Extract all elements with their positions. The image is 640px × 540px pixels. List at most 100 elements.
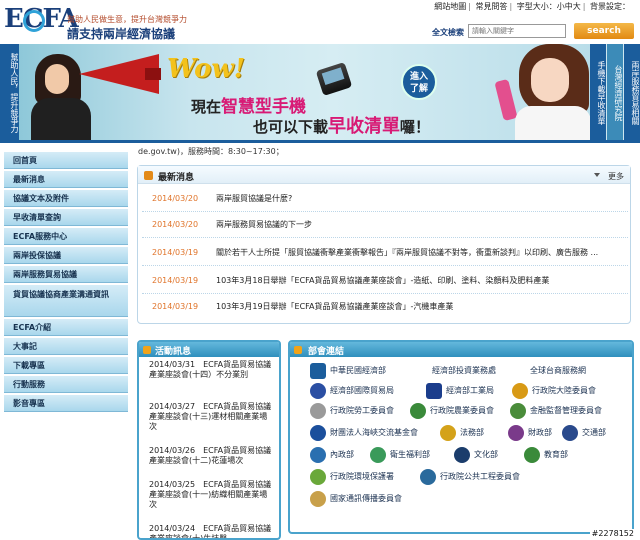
news-date: 2014/03/19 xyxy=(152,248,199,257)
news-headline[interactable]: 關於若干人士所提「服貿協議衝擊產業衝擊報告」『兩岸服貿協議不對等，衝重新談判』以… xyxy=(216,240,626,265)
links-icon xyxy=(294,346,302,354)
pcc-logo-icon xyxy=(420,469,436,485)
enter-label-2: 了解 xyxy=(409,84,428,94)
news-date: 2014/03/19 xyxy=(152,302,199,311)
activity-item[interactable]: 2014/03/26 ECFA貨品貿易協議產業座談會(十二)花蓮場次 xyxy=(149,446,275,466)
investment-dept-logo-icon xyxy=(412,363,428,379)
sidebar-item-investment[interactable]: 兩岸投保協議 xyxy=(4,247,128,264)
activities-header: 活動訊息 xyxy=(139,342,279,357)
moea-logo-icon xyxy=(310,363,326,379)
sidebar-item-chronicle[interactable]: 大事記 xyxy=(4,338,128,355)
epa-logo-icon xyxy=(310,469,326,485)
banner-line1-prefix: 現在 xyxy=(191,98,222,116)
sidebar-item-ecfa-intro[interactable]: ECFA介紹 xyxy=(4,319,128,336)
banner-line2-prefix: 也可以下載 xyxy=(253,118,329,136)
news-headline[interactable]: 兩岸服貿協議是什麼? xyxy=(216,186,626,211)
chevron-down-icon xyxy=(594,173,600,177)
activity-item[interactable]: 2014/03/24 ECFA貨品貿易協議產業座談會(十)生技醫 xyxy=(149,524,275,538)
boft-logo-icon xyxy=(310,383,326,399)
motc-logo-icon xyxy=(562,425,578,441)
marquee-ticker: de.gov.tw)，服務時間：8:30~17:30； xyxy=(138,147,284,156)
agency-links-panel: 部會連結 中華民國經濟部 經濟部投資業務處 全球台商服務網 經濟部國際貿易局 經… xyxy=(288,340,634,534)
news-row[interactable]: 2014/03/20 兩岸服務貿易協議的下一步 xyxy=(142,212,628,238)
activity-item[interactable]: 2014/03/31 ECFA貨品貿易協議產業座談會(十四）不分業別 xyxy=(149,360,275,380)
search-button[interactable]: search xyxy=(574,23,634,39)
news-headline[interactable]: 兩岸服務貿易協議的下一步 xyxy=(216,212,626,237)
sidebar-item-service-trade[interactable]: 兩岸服務貿易協議 xyxy=(4,266,128,283)
sidebar-item-agreement-text[interactable]: 協議文本及附件 xyxy=(4,190,128,207)
smartphone-icon xyxy=(315,62,353,96)
news-date: 2014/03/20 xyxy=(152,194,199,203)
top-links: 網站地圖 | 常見問答 | 字型大小：小中大 | 背景設定： xyxy=(434,2,630,11)
promo-banner: 幫助人民，提升競爭力 Wow! 進入 了解 現在智慧型手機 也可以下載早收清單囉… xyxy=(0,44,640,140)
news-headline[interactable]: 103年3月19日舉辦「ECFA貨品貿易協議產業座談會」-汽機車產業 xyxy=(216,294,626,320)
banner-wow: Wow! xyxy=(167,54,246,84)
mac-logo-icon xyxy=(512,383,528,399)
mof-logo-icon xyxy=(508,425,524,441)
divider xyxy=(0,140,640,143)
sidebar-nav: 回首頁 最新消息 協議文本及附件 早收清單查詢 ECFA服務中心 兩岸投保協議 … xyxy=(4,152,128,428)
news-panel: 最新消息 更多 2014/03/20 兩岸服貿協議是什麼? 2014/03/20… xyxy=(137,165,631,324)
activities-title: 活動訊息 xyxy=(155,347,192,357)
news-row[interactable]: 2014/03/20 兩岸服貿協議是什麼? xyxy=(142,186,628,212)
news-header: 最新消息 更多 xyxy=(138,166,630,184)
sidebar-item-mobile[interactable]: 行動服務 xyxy=(4,376,128,393)
news-icon xyxy=(144,171,153,180)
activities-panel: 活動訊息 2014/03/31 ECFA貨品貿易協議產業座談會(十四）不分業別 … xyxy=(137,340,281,540)
mohw-logo-icon xyxy=(370,447,386,463)
enter-learn-button[interactable]: 進入 了解 xyxy=(401,64,437,100)
coa-logo-icon xyxy=(410,403,426,419)
fsc-logo-icon xyxy=(510,403,526,419)
enter-label-1: 進入 xyxy=(409,72,428,82)
moe-logo-icon xyxy=(524,447,540,463)
news-row[interactable]: 2014/03/19 關於若干人士所提「服貿協議衝擊產業衝擊報告」『兩岸服貿協議… xyxy=(142,240,628,266)
font-size-control[interactable]: 字型大小：小中大 xyxy=(517,2,581,11)
moi-logo-icon xyxy=(310,447,326,463)
site-slogan: 幫助人民做生意，提升台灣競爭力 xyxy=(67,15,187,24)
cla-logo-icon xyxy=(310,403,326,419)
ncc-logo-icon xyxy=(310,491,326,507)
banner-main[interactable]: Wow! 進入 了解 現在智慧型手機 也可以下載早收清單囉！ xyxy=(19,44,590,140)
moc-logo-icon xyxy=(454,447,470,463)
site-title: 請支持兩岸經濟協議 xyxy=(67,27,176,41)
activity-item[interactable]: 2014/03/25 ECFA貨品貿易協議產業座談會(十一)紡織相關產業場次 xyxy=(149,480,275,510)
tab-service-trade[interactable]: 兩岸服務貿易相關 xyxy=(624,44,640,140)
global-business-logo-icon xyxy=(510,363,526,379)
sidebar-item-media[interactable]: 影音專區 xyxy=(4,395,128,412)
news-title: 最新消息 xyxy=(158,173,195,183)
sitemap-link[interactable]: 網站地圖 xyxy=(434,2,466,11)
woman-with-phone-illustration xyxy=(479,44,590,140)
left-banner-tab[interactable]: 幫助人民，提升競爭力 xyxy=(0,44,19,140)
moj-logo-icon xyxy=(440,425,456,441)
news-row[interactable]: 2014/03/19 103年3月19日舉辦「ECFA貨品貿易協議產業座談會」-… xyxy=(142,294,628,320)
search-label: 全文檢索 xyxy=(432,28,464,37)
banner-headline-2: 也可以下載早收清單囉！ xyxy=(253,112,430,138)
right-banner-tabs: 手機下載早收清單 台灣經濟研究院 兩岸服務貿易相關 xyxy=(590,44,640,140)
activity-item[interactable]: 2014/03/27 ECFA貨品貿易協議產業座談會(十三)運材相關產業場次 xyxy=(149,402,275,432)
ecfa-logo[interactable]: ECFA xyxy=(4,4,79,40)
sidebar-item-service-center[interactable]: ECFA服務中心 xyxy=(4,228,128,245)
news-headline[interactable]: 103年3月18日舉辦「ECFA貨品貿易協議產業座談會」-造紙、印刷、塗料、染顏… xyxy=(216,268,626,293)
more-link[interactable]: 更多 xyxy=(608,171,624,182)
sidebar-item-early-harvest[interactable]: 早收清單查詢 xyxy=(4,209,128,226)
links-header: 部會連結 xyxy=(290,342,632,357)
megaphone-icon xyxy=(79,54,163,94)
news-date: 2014/03/19 xyxy=(152,276,199,285)
logo-ring-icon xyxy=(23,10,45,32)
sidebar-item-news[interactable]: 最新消息 xyxy=(4,171,128,188)
search-input[interactable] xyxy=(468,24,566,38)
background-setting[interactable]: 背景設定： xyxy=(590,2,630,11)
tab-mobile-download[interactable]: 手機下載早收清單 xyxy=(590,44,606,140)
banner-line2-suffix: 囉！ xyxy=(400,118,431,136)
sef-logo-icon xyxy=(310,425,326,441)
news-row[interactable]: 2014/03/19 103年3月18日舉辦「ECFA貨品貿易協議產業座談會」-… xyxy=(142,268,628,294)
faq-link[interactable]: 常見問答 xyxy=(476,2,508,11)
idb-logo-icon xyxy=(426,383,442,399)
sidebar-item-downloads[interactable]: 下載專區 xyxy=(4,357,128,374)
news-date: 2014/03/20 xyxy=(152,220,199,229)
sidebar-item-goods-trade[interactable]: 貨貿協議協商產業溝通資訊 xyxy=(4,285,128,317)
tab-tier[interactable]: 台灣經濟研究院 xyxy=(607,44,623,140)
sidebar-item-home[interactable]: 回首頁 xyxy=(4,152,128,169)
links-title: 部會連結 xyxy=(308,347,345,357)
site-header: ECFA 幫助人民做生意，提升台灣競爭力 請支持兩岸經濟協議 網站地圖 | 常見問… xyxy=(0,0,640,44)
